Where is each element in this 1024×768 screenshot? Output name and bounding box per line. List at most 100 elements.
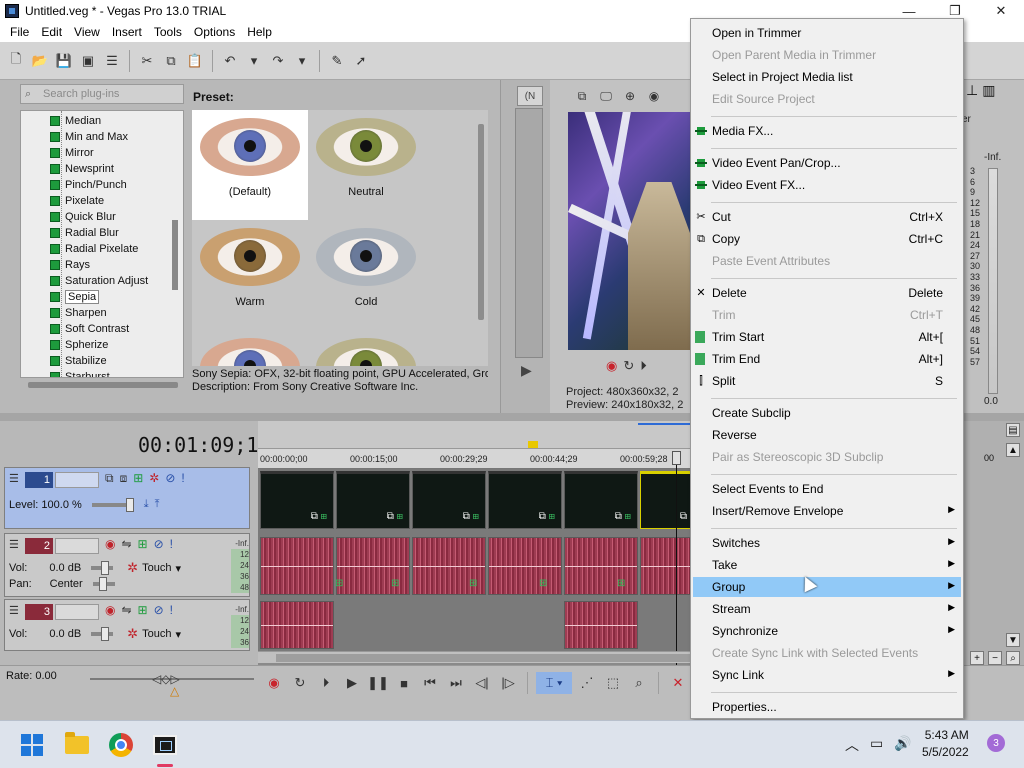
timeline[interactable]: 00:00:00;00 00:00:15;00 00:00:29;29 00:00:4… (258, 421, 690, 665)
plugin-search-input[interactable]: ⌕ Search plug-ins (20, 84, 184, 104)
solo-icon[interactable]: ! (170, 603, 173, 617)
preset-thumbnail[interactable] (192, 330, 308, 366)
normal-edit-tool-icon[interactable]: ⌶ ▾ (536, 672, 572, 694)
loop-region[interactable] (638, 423, 690, 425)
event-fx-icons[interactable]: ⧉ (680, 511, 687, 522)
loop-icon[interactable]: ↻ (623, 358, 634, 374)
menu-item-create-subclip[interactable]: Create Subclip (693, 403, 961, 423)
go-to-start-icon[interactable]: ⏮ (419, 672, 441, 694)
menu-item-open-in-trimmer[interactable]: Open in Trimmer (693, 23, 961, 43)
preview-settings-icon[interactable]: ⧉ (571, 86, 593, 106)
track-menu-icon[interactable]: ☰ (9, 538, 19, 551)
event-fx-icons[interactable]: ⧉ ⊞ (387, 511, 403, 522)
menu-item-video-event-fx[interactable]: Video Event FX... (693, 175, 961, 195)
trimmer-scrollbar[interactable] (515, 108, 543, 358)
trimmer-dropdown[interactable]: (N (517, 86, 543, 106)
time-ruler[interactable]: 00:00:00;00 00:00:15;00 00:00:29;29 00:00:4… (258, 449, 690, 469)
plugin-item[interactable]: Spherize (21, 337, 108, 353)
monitor-icon[interactable]: 🖵 (595, 86, 617, 106)
open-folder-icon[interactable]: 📂 (29, 50, 51, 72)
automation-mode[interactable]: ✲ Touch ▾ (127, 626, 181, 642)
notification-badge[interactable]: 3 (987, 734, 1005, 752)
preset-thumbnail[interactable]: Neutral (308, 110, 424, 220)
track-name-field[interactable] (55, 604, 99, 620)
plugin-item[interactable]: Rays (21, 257, 90, 273)
solo-icon[interactable]: ! (170, 537, 173, 551)
cut-icon[interactable]: ✂ (136, 50, 158, 72)
mute-icon[interactable]: ⊘ (165, 471, 175, 486)
pan-slider-thumb[interactable] (98, 577, 107, 591)
arm-record-icon[interactable]: ◉ (105, 537, 115, 551)
network-icon[interactable]: ▭ (870, 735, 883, 752)
menu-item-switches[interactable]: Switches ▶ (693, 533, 961, 553)
track-menu-icon[interactable]: ☰ (9, 472, 19, 485)
menu-item-select-in-project-media-list[interactable]: Select in Project Media list (693, 67, 961, 87)
solo-icon[interactable]: ! (181, 471, 184, 486)
record-icon[interactable]: ◉ (606, 358, 617, 374)
menu-options[interactable]: Options (188, 22, 241, 42)
audio-track-lane[interactable]: ⊞ ⊞ ⊞ ⊞ ⊞ (258, 533, 690, 599)
invert-phase-icon[interactable]: ⇋ (121, 603, 131, 617)
preset-thumbnail[interactable]: (Default) (192, 110, 308, 220)
plugin-item[interactable]: Pinch/Punch (21, 177, 127, 193)
new-file-icon[interactable]: 🗋 (5, 50, 27, 72)
event-fx-icons[interactable]: ⧉ ⊞ (539, 511, 555, 522)
volume-icon[interactable]: 🔊 (894, 735, 911, 752)
audio-track-header[interactable]: ☰ 3 ◉ ⇋ ⊞ ⊘ ! Vol: 0.0 dB ✲ Touch ▾ -Inf… (4, 599, 250, 651)
taskbar-clock[interactable]: 5:43 AM 5/5/2022 (922, 727, 969, 761)
zoom-in-icon[interactable]: + (970, 651, 984, 665)
menu-item-properties[interactable]: Properties... (693, 697, 961, 717)
video-track-lane[interactable]: ⧉ ⊞ ⧉ ⊞ ⧉ ⊞ ⧉ ⊞ ⧉ ⊞ ⧉ (258, 469, 690, 533)
plugin-item[interactable]: Sharpen (21, 305, 107, 321)
go-to-end-icon[interactable]: ⏭ (445, 672, 467, 694)
pause-icon[interactable]: ❚❚ (367, 672, 389, 694)
menu-item-take[interactable]: Take ▶ (693, 555, 961, 575)
plugin-item[interactable]: Quick Blur (21, 209, 116, 225)
audio-track-header[interactable]: ☰ 2 ◉ ⇋ ⊞ ⊘ ! Vol: 0.0 dB ✲ Touch ▾ Pan:… (4, 533, 250, 597)
menu-item-select-events-to-end[interactable]: Select Events to End (693, 479, 961, 499)
event-fx-icons[interactable]: ⧉ ⊞ (463, 511, 479, 522)
event-fx-icon[interactable]: ⊞ (539, 578, 547, 589)
plugin-item[interactable]: Mirror (21, 145, 94, 161)
meter-bar[interactable] (988, 168, 998, 394)
menu-item-reverse[interactable]: Reverse (693, 425, 961, 445)
level-slider[interactable] (91, 497, 134, 512)
preset-scrollbar[interactable] (478, 124, 484, 320)
child-track-icon[interactable]: ⤒ (155, 498, 160, 511)
plugin-item[interactable]: Saturation Adjust (21, 273, 148, 289)
menu-item-cut[interactable]: ✂ Cut Ctrl+X (693, 207, 961, 227)
audio-track-lane[interactable] (258, 599, 690, 651)
video-track-header[interactable]: ☰ 1 ⧉ ⧈ ⊞ ✲ ⊘ ! Level: 100.0 % ⤓ ⤒ (4, 467, 250, 529)
undo-dropdown-icon[interactable]: ▾ (243, 50, 265, 72)
plugin-item[interactable]: Radial Blur (21, 225, 119, 241)
menu-item-split[interactable]: ⫿ Split S (693, 371, 961, 391)
menu-edit[interactable]: Edit (35, 22, 68, 42)
audio-event[interactable] (564, 601, 638, 649)
delete-icon[interactable]: ✕ (667, 672, 689, 694)
play-from-start-icon[interactable]: ⏵ (640, 358, 647, 374)
audio-event[interactable] (260, 601, 334, 649)
video-event[interactable]: ⧉ ⊞ (488, 471, 562, 529)
start-button[interactable] (16, 729, 48, 761)
whats-this-icon[interactable]: ➚ (350, 50, 372, 72)
preset-thumbnail[interactable]: Cold (308, 220, 424, 330)
marker-bar[interactable] (258, 421, 690, 449)
audio-event[interactable] (640, 537, 690, 595)
scroll-down-icon[interactable]: ▼ (1006, 633, 1020, 647)
track-fx-icon[interactable]: ⊞ (138, 603, 148, 617)
menu-item-trim-end[interactable]: Trim End Alt+] (693, 349, 961, 369)
automation-mode[interactable]: ✲ Touch ▾ (127, 560, 181, 576)
overlay-icon[interactable]: ◉ (643, 86, 665, 106)
play-from-start-icon[interactable]: ⏵ (315, 672, 337, 694)
menu-item-trim-start[interactable]: Trim Start Alt+[ (693, 327, 961, 347)
marker-flag[interactable] (528, 441, 538, 448)
play-icon[interactable]: ▶ (521, 362, 532, 379)
make-compositing-child-icon[interactable]: ⧈ (120, 471, 128, 486)
redo-dropdown-icon[interactable]: ▾ (291, 50, 313, 72)
plugin-item[interactable]: Newsprint (21, 161, 114, 177)
next-frame-icon[interactable]: |▷ (497, 672, 519, 694)
loop-icon[interactable]: ↻ (289, 672, 311, 694)
plugin-item[interactable]: Pixelate (21, 193, 104, 209)
motion-icon[interactable]: ✲ (149, 471, 159, 486)
zoom-out-icon[interactable]: − (988, 651, 1002, 665)
